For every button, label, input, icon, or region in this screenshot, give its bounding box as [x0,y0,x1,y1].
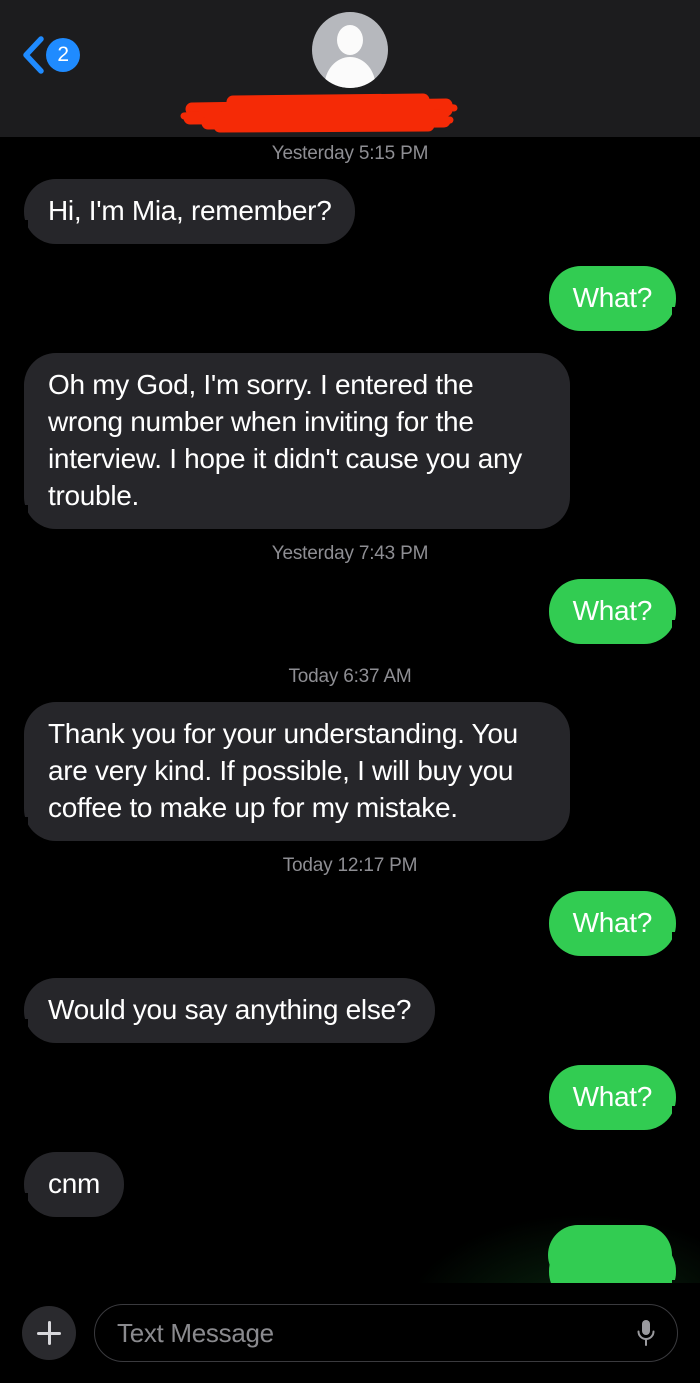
message-bubble-incoming[interactable]: Oh my God, I'm sorry. I entered the wron… [16,353,570,529]
avatar-head [337,25,363,55]
avatar-body [324,57,376,88]
message-row: Hi, I'm Mia, remember? [0,179,700,244]
chevron-right-icon: › [412,99,418,118]
plus-icon-vertical [47,1321,51,1345]
message-bubble-outgoing-clipped[interactable] [548,1225,672,1285]
conversation-header: 2 Text Message › [0,0,700,137]
message-timestamp: Today 12:17 PM [282,855,418,876]
message-bubble-outgoing[interactable]: What? [548,891,685,956]
contact-avatar[interactable] [312,12,388,88]
message-row: Thank you for your understanding. You ar… [0,702,700,841]
message-input-field[interactable]: Text Message [94,1304,678,1362]
chevron-left-icon [23,36,44,74]
message-timestamp: Yesterday 5:15 PM [271,143,429,164]
message-input-placeholder: Text Message [117,1317,274,1348]
unread-count-badge[interactable]: 2 [46,38,80,72]
contact-name-row[interactable]: Text Message › [0,96,700,120]
message-bubble-incoming[interactable]: cnm [16,1152,124,1217]
messages-screen: 2 Text Message › Yesterday 5:15 PM Hi, I… [0,0,700,1383]
message-row: Oh my God, I'm sorry. I entered the wron… [0,353,700,529]
message-row: Would you say anything else? [0,978,700,1043]
message-row: What? [0,1065,700,1130]
message-thread[interactable]: Yesterday 5:15 PM Hi, I'm Mia, remember?… [0,137,700,1283]
back-button[interactable]: 2 [22,36,80,74]
message-row: What? [0,891,700,956]
add-attachment-button[interactable] [22,1306,76,1360]
message-bubble-incoming[interactable]: Hi, I'm Mia, remember? [15,179,356,244]
contact-subtitle: Text Message [282,96,409,119]
message-bubble-outgoing[interactable]: What? [548,1065,685,1130]
message-bubble-outgoing[interactable]: What? [548,579,685,644]
message-composer: Text Message [0,1283,700,1383]
microphone-icon[interactable] [635,1318,657,1348]
message-bubble-outgoing[interactable]: What? [548,266,685,331]
message-timestamp: Today 6:37 AM [288,666,412,687]
message-row: What? [0,266,700,331]
message-timestamp: Yesterday 7:43 PM [271,543,429,564]
message-row: cnm [0,1152,700,1217]
message-row: What? [0,579,700,644]
message-bubble-incoming[interactable]: Would you say anything else? [15,978,436,1043]
message-bubble-incoming[interactable]: Thank you for your understanding. You ar… [16,702,570,841]
